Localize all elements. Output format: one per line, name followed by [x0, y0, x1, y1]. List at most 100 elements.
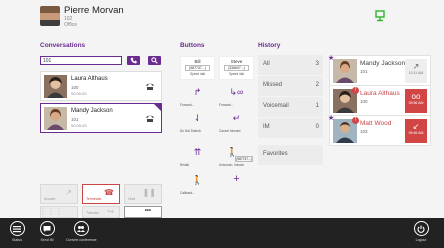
conversation-duration: 00:00:43	[71, 123, 87, 128]
transfer-icon: ↪	[107, 207, 114, 216]
button-label: Forward...	[180, 103, 195, 107]
speed-dial-steve[interactable]: Steve (336697...) Speed dial	[219, 56, 254, 80]
button-label: Cancel forward	[219, 129, 241, 133]
chat-icon	[43, 225, 51, 232]
hold-icon	[146, 83, 154, 90]
button-number: (336697...)	[224, 65, 249, 71]
logout-button[interactable]: Logout	[406, 221, 436, 242]
transfer-button[interactable]: ↪ Transfer	[82, 206, 120, 218]
history-title: History	[258, 42, 281, 49]
filter-all[interactable]: All 3	[258, 55, 323, 75]
button-name: Bill	[194, 59, 201, 64]
history-item[interactable]: ★ ! Matt Wood 103 ↙ 09:46 AM	[328, 115, 431, 146]
forward-button-2[interactable]: ↳∞ Forward...	[219, 84, 254, 108]
forward-icon: ↱	[193, 87, 202, 97]
convert-conference-button[interactable]: Convert conference	[66, 221, 97, 242]
user-status[interactable]: Office	[64, 22, 77, 28]
filter-voicemail[interactable]: Voicemail 1	[258, 97, 323, 117]
keypad-icon: ⋮⋮⋮	[39, 207, 63, 216]
filter-count: 2	[315, 82, 319, 88]
more-icon: •••	[144, 208, 151, 214]
history-item[interactable]: ! Laura Althaus 100 oo 09:56 AM	[329, 85, 431, 116]
button-label: Do Not Disturb	[180, 129, 201, 133]
buttons-title: Buttons	[180, 42, 205, 49]
history-name: Matt Wood	[360, 120, 392, 127]
contact-photo	[333, 59, 357, 83]
hold-label: Hold	[128, 197, 136, 201]
history-name: Laura Althaus	[360, 90, 400, 97]
selected-indicator	[153, 103, 162, 112]
hold-button[interactable]: ❚❚ Hold	[124, 184, 162, 204]
search-icon	[151, 57, 158, 64]
button-number: (987737...)	[185, 65, 210, 71]
hangup-icon: ☎	[104, 188, 114, 197]
conversation-duration: 00:00:02	[71, 91, 87, 96]
forward-button[interactable]: ↱ Forward...	[180, 84, 215, 108]
network-icon[interactable]	[374, 10, 386, 22]
call-button[interactable]	[127, 56, 140, 65]
button-label: Forward...	[219, 103, 234, 107]
conference-icon	[77, 225, 85, 232]
history-extension: 103	[360, 129, 368, 134]
filter-favorites[interactable]: Favorites	[258, 145, 323, 165]
missed-call-button[interactable]: ↙ 09:46 AM	[405, 119, 427, 143]
appbar-label: Logout	[415, 238, 427, 242]
add-button[interactable]: +	[219, 172, 254, 196]
send-im-button[interactable]: Send IM	[32, 221, 62, 242]
missed-call-icon: ↙	[412, 122, 420, 131]
conversations-title: Conversations	[40, 42, 86, 49]
phone-icon	[130, 57, 137, 64]
plus-icon: +	[233, 173, 240, 185]
filter-count: 0	[315, 124, 319, 130]
answer-label: Answer	[44, 197, 56, 201]
conversation-card-selected[interactable]: Mandy Jackson 101 00:00:43	[40, 103, 162, 133]
history-time: 09:56 AM	[408, 101, 424, 105]
speed-dial-bill[interactable]: Bill (987737...) Speed dial	[180, 56, 215, 80]
list-icon	[13, 225, 21, 232]
status-appbar-button[interactable]: Status	[2, 221, 32, 242]
filter-missed[interactable]: Missed 2	[258, 76, 323, 96]
history-item[interactable]: ★ Mandy Jackson 101 ↗ 10:11 AM	[328, 55, 431, 86]
history-time: 10:11 AM	[408, 71, 424, 75]
button-number: (987737...)	[235, 156, 253, 162]
keypad-button[interactable]: ⋮⋮⋮	[39, 206, 78, 218]
filter-count: 3	[315, 61, 319, 67]
favorite-star-icon: ★	[328, 55, 335, 62]
intrude-button[interactable]: 🚶 (987737...) Unknown: Intrude	[219, 144, 254, 168]
callback-button[interactable]: 🚶 Callback...	[180, 172, 215, 196]
button-label: Redial	[180, 163, 190, 167]
user-avatar[interactable]	[40, 6, 60, 26]
conversation-number: 101	[71, 117, 79, 122]
callback-icon: 🚶	[191, 175, 204, 185]
call-back-button[interactable]: ↗ 10:11 AM	[405, 59, 427, 83]
appbar-label: Convert conference	[66, 238, 97, 242]
filter-label: Missed	[263, 82, 283, 88]
voicemail-button[interactable]: oo 09:56 AM	[405, 89, 427, 113]
cancel-forward-button[interactable]: ↵ Cancel forward	[219, 110, 254, 134]
history-name: Mandy Jackson	[360, 60, 406, 67]
conversation-name: Mandy Jackson	[71, 108, 113, 114]
outgoing-call-icon: ↗	[412, 62, 420, 71]
filter-label: IM	[263, 124, 270, 130]
dnd-icon: ⇃	[193, 113, 202, 123]
button-label: Speed dial	[228, 72, 245, 76]
history-extension: 100	[360, 99, 368, 104]
do-not-disturb-button[interactable]: ⇃ Do Not Disturb	[180, 110, 215, 134]
search-input[interactable]	[40, 56, 122, 65]
voicemail-icon: oo	[411, 92, 421, 101]
button-label: Callback...	[180, 191, 195, 195]
filter-label: Voicemail	[263, 103, 289, 109]
contact-photo	[44, 107, 67, 130]
filter-im[interactable]: IM 0	[258, 118, 323, 138]
filter-label: All	[263, 61, 270, 67]
filter-count: 1	[315, 103, 319, 109]
history-time: 09:46 AM	[408, 131, 424, 135]
redial-button[interactable]: ⇈ Redial	[180, 144, 215, 168]
more-button[interactable]: •••	[124, 206, 162, 218]
terminate-button[interactable]: ☎ Terminate	[82, 184, 120, 204]
search-button[interactable]	[148, 56, 161, 65]
hold-icon	[146, 115, 154, 122]
button-name: Steve	[230, 59, 243, 64]
conversation-card[interactable]: Laura Althaus 100 00:00:02	[40, 71, 162, 101]
answer-button[interactable]: ↗ Answer	[40, 184, 78, 204]
